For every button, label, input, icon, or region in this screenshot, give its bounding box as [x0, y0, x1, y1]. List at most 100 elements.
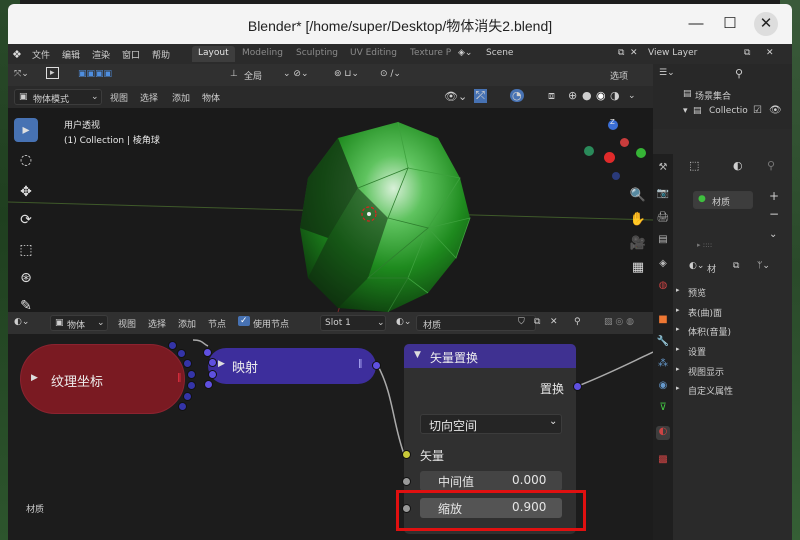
- node-menu-view[interactable]: 视图: [118, 317, 136, 330]
- expand-arrow-icon[interactable]: ▸: [676, 384, 680, 392]
- cursor-tool-icon[interactable]: ◌: [14, 148, 38, 172]
- tab-uv-editing[interactable]: UV Editing: [344, 46, 403, 62]
- zoom-icon[interactable]: 🔍: [628, 188, 648, 208]
- socket-normal[interactable]: [177, 349, 186, 358]
- menu-view[interactable]: 视图: [110, 91, 128, 104]
- socket-vector-input[interactable]: [402, 450, 411, 459]
- menu-object[interactable]: 物体: [202, 91, 220, 104]
- gizmo-z-neg[interactable]: [612, 172, 620, 180]
- mode-select[interactable]: ▣ 物体模式 ⌄: [14, 89, 102, 105]
- unlink-material-icon[interactable]: ✕: [550, 317, 558, 327]
- collection-label[interactable]: Collectio: [709, 106, 748, 116]
- expand-arrow-icon[interactable]: ▸: [676, 286, 680, 294]
- backdrop-icon[interactable]: ▧ ◎ ◍: [604, 317, 634, 327]
- collapse-arrow-icon[interactable]: ▶: [218, 359, 225, 369]
- scene-close-icon[interactable]: ✕: [630, 48, 638, 58]
- menu-help[interactable]: 帮助: [152, 48, 170, 61]
- menu-window[interactable]: 窗口: [122, 48, 140, 61]
- node-texture-coordinate[interactable]: ▶ 纹理坐标 ‖: [20, 344, 185, 414]
- menu-select[interactable]: 选择: [140, 91, 158, 104]
- tab-modeling[interactable]: Modeling: [236, 46, 289, 62]
- render-tab-icon[interactable]: 📷: [656, 188, 670, 202]
- material-slot-item[interactable]: ● 材质: [693, 191, 753, 209]
- socket-mapping-rotation[interactable]: [208, 370, 217, 379]
- gizmo-x-axis[interactable]: [604, 152, 615, 163]
- socket-reflection[interactable]: [178, 402, 187, 411]
- expand-arrow-icon[interactable]: ▸: [676, 345, 680, 353]
- search-icon[interactable]: ⚲: [735, 67, 743, 80]
- material-browse-icon[interactable]: ◐⌄: [396, 317, 411, 327]
- eye-icon[interactable]: 👁: [769, 105, 782, 116]
- section-viewport-display[interactable]: 视图显示: [688, 365, 724, 378]
- maximize-button[interactable]: ☐: [718, 12, 742, 36]
- texture-tab-icon[interactable]: ▩: [656, 454, 670, 468]
- remove-slot-button[interactable]: −: [769, 207, 779, 221]
- viewlayer-name[interactable]: View Layer: [648, 48, 697, 58]
- socket-window[interactable]: [183, 392, 192, 401]
- proportional-edit-icon[interactable]: ⊙ ∕⌄: [380, 69, 401, 79]
- menu-add[interactable]: 添加: [172, 91, 190, 104]
- object-type-select[interactable]: ▣ 物体 ⌄: [50, 315, 108, 331]
- menu-render[interactable]: 渲染: [92, 48, 110, 61]
- expand-arrow-icon[interactable]: ▾: [683, 106, 688, 116]
- particles-tab-icon[interactable]: ⁂: [656, 358, 670, 372]
- space-select[interactable]: 切向空间 ⌄: [420, 414, 562, 434]
- collection-checkbox[interactable]: ☑: [753, 105, 762, 116]
- section-settings[interactable]: 设置: [688, 345, 706, 358]
- overlay-toggle-icon[interactable]: ◔: [510, 89, 524, 102]
- copy-material-icon[interactable]: ⧉: [534, 317, 540, 327]
- socket-mapping-location[interactable]: [208, 358, 217, 367]
- slot-menu-chevron-icon[interactable]: ⌄: [769, 229, 777, 240]
- section-preview[interactable]: 预览: [688, 286, 706, 299]
- socket-mapping-output[interactable]: [372, 361, 381, 370]
- socket-camera[interactable]: [187, 381, 196, 390]
- section-custom-properties[interactable]: 自定义属性: [688, 384, 733, 397]
- socket-object[interactable]: [187, 370, 196, 379]
- shading-options-icon[interactable]: ⌄: [628, 91, 636, 101]
- perspective-grid-icon[interactable]: ▦: [628, 260, 648, 280]
- scene-copy-icon[interactable]: ⧉: [618, 48, 624, 58]
- socket-midlevel[interactable]: [402, 477, 411, 486]
- orientation-icon[interactable]: ⊥: [230, 69, 238, 79]
- transform-tool-icon[interactable]: ⊛: [14, 266, 38, 290]
- viewlayer-copy-icon[interactable]: ⧉: [744, 48, 750, 58]
- material-nodes-icon[interactable]: ᛘ⌄: [757, 261, 770, 271]
- orientation-select[interactable]: 全局: [244, 69, 262, 82]
- menu-edit[interactable]: 编辑: [62, 48, 80, 61]
- scene-name[interactable]: Scene: [486, 48, 513, 58]
- gizmo-x-neg[interactable]: [620, 138, 629, 147]
- shading-wireframe-icon[interactable]: ⊕: [568, 89, 577, 102]
- collapse-arrow-icon[interactable]: ▶: [31, 373, 38, 383]
- scene-collection-label[interactable]: 场景集合: [695, 89, 731, 102]
- section-surface[interactable]: 表(曲)面: [688, 306, 722, 319]
- move-tool-icon[interactable]: ✥: [14, 180, 38, 204]
- view-layer-tab-icon[interactable]: ▤: [656, 234, 670, 248]
- object-tab-icon[interactable]: ■: [656, 314, 670, 328]
- node-menu-select[interactable]: 选择: [148, 317, 166, 330]
- close-button[interactable]: ✕: [754, 12, 778, 36]
- snap-icon[interactable]: ⊚ ⊔⌄: [334, 69, 359, 79]
- 3d-viewport[interactable]: 用户透视 (1) Collection | 棱角球 Z 🔍 ✋ 🎥 ▦: [8, 108, 653, 312]
- xray-icon[interactable]: ⧈: [548, 89, 555, 103]
- shading-solid-icon[interactable]: ●: [582, 89, 592, 102]
- expand-arrow-icon[interactable]: ▸: [676, 365, 680, 373]
- node-mapping[interactable]: ▶ 映射 ‖: [208, 348, 376, 384]
- output-tab-icon[interactable]: 🖨: [656, 212, 670, 226]
- node-vector-displacement-header[interactable]: ▼ 矢量置换: [404, 344, 576, 368]
- select-tool-icon[interactable]: ▸: [14, 118, 38, 142]
- blender-logo-icon[interactable]: ❖: [12, 48, 22, 61]
- slot-select[interactable]: Slot 1 ⌄: [320, 315, 386, 331]
- gizmo-toggle-icon[interactable]: ⤱: [474, 89, 487, 103]
- gizmo-y-axis[interactable]: [636, 148, 646, 158]
- midlevel-field[interactable]: 中间值 0.000: [420, 471, 562, 491]
- scale-tool-icon[interactable]: ⬚: [14, 238, 38, 262]
- collapse-arrow-icon[interactable]: ▼: [414, 350, 421, 360]
- pivot-icon[interactable]: ⌄ ⊘⌄: [283, 69, 308, 79]
- shading-material-icon[interactable]: ◉: [596, 89, 606, 102]
- options-menu[interactable]: 选项: [610, 69, 628, 82]
- tool-tab-icon[interactable]: ⚒: [656, 162, 670, 176]
- menu-file[interactable]: 文件: [32, 48, 50, 61]
- gizmo-y-neg[interactable]: [584, 146, 594, 156]
- socket-displacement-output[interactable]: [573, 382, 582, 391]
- expand-arrow-icon[interactable]: ▸ ::::: [697, 241, 712, 249]
